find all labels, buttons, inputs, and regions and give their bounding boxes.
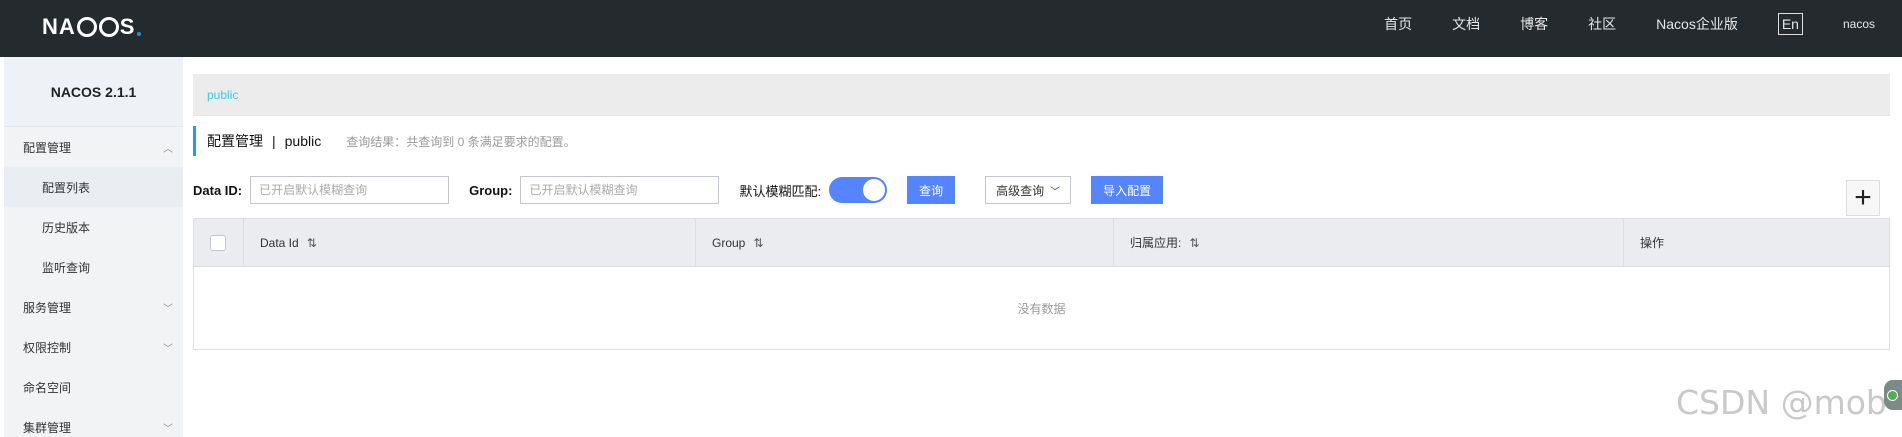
sidebar-item-label: 集群管理 — [23, 420, 72, 435]
sidebar-item-config-list[interactable]: 配置列表 — [4, 167, 183, 207]
sidebar-menu: 配置管理 ︿ 配置列表 历史版本 监听查询 服务管理 ﹀ 权限控制 ﹀ 命名空间… — [4, 127, 183, 437]
sidebar-item-label: 配置管理 — [23, 140, 72, 155]
sort-icon[interactable]: ⇅ — [307, 236, 317, 250]
sort-icon[interactable]: ⇅ — [753, 236, 763, 250]
csdn-watermark: CSDN @mob — [1676, 383, 1887, 422]
chevron-down-icon: ﹀ — [1050, 186, 1061, 198]
sidebar-item-cluster-management[interactable]: 集群管理 ﹀ — [4, 407, 183, 437]
advanced-query-label: 高级查询 — [996, 183, 1045, 198]
nav-enterprise[interactable]: Nacos企业版 — [1656, 14, 1738, 34]
logo-ring-icon — [98, 17, 119, 37]
query-button[interactable]: 查询 — [907, 176, 956, 204]
column-label: Data Id — [260, 235, 299, 250]
select-all-checkbox[interactable] — [210, 234, 226, 251]
sidebar-item-label: 命名空间 — [23, 380, 72, 395]
search-filters: Data ID: Group: 默认模糊匹配: 查询 高级查询 ﹀ 导入配置 — [193, 175, 1164, 205]
add-config-button[interactable]: + — [1846, 180, 1880, 216]
top-nav-menu: 首页 文档 博客 社区 Nacos企业版 En nacos — [1384, 0, 1902, 47]
sort-icon[interactable]: ⇅ — [1189, 236, 1199, 250]
sidebar-item-listener-query[interactable]: 监听查询 — [4, 247, 183, 287]
nav-docs[interactable]: 文档 — [1452, 14, 1480, 34]
config-table: Data Id ⇅ Group ⇅ 归属应用: ⇅ 操作 没有数据 — [193, 218, 1890, 350]
nacos-logo[interactable]: NA S — [42, 12, 142, 42]
empty-text: 没有数据 — [1017, 301, 1066, 316]
select-all-cell — [194, 219, 244, 266]
sidebar-item-access-control[interactable]: 权限控制 ﹀ — [4, 327, 183, 367]
chevron-up-icon: ︿ — [163, 143, 173, 155]
namespace-link-public[interactable]: public — [207, 88, 238, 102]
fuzzy-match-toggle[interactable] — [829, 177, 888, 203]
advanced-query-button[interactable]: 高级查询 ﹀ — [985, 176, 1072, 204]
chevron-down-icon: ﹀ — [163, 423, 173, 435]
nav-community[interactable]: 社区 — [1588, 14, 1616, 34]
column-label: 归属应用: — [1130, 236, 1182, 250]
column-app[interactable]: 归属应用: ⇅ — [1114, 219, 1624, 266]
floating-widget-icon[interactable] — [1884, 380, 1902, 410]
sidebar-item-config-management[interactable]: 配置管理 ︿ — [4, 127, 183, 167]
sidebar-item-label: 权限控制 — [23, 340, 72, 355]
page-title-row: 配置管理 | public 查询结果：共查询到 0 条满足要求的配置。 — [193, 126, 576, 156]
table-empty-state: 没有数据 — [194, 267, 1889, 349]
query-result-hint: 查询结果：共查询到 0 条满足要求的配置。 — [346, 134, 576, 149]
logo-dot-icon — [137, 32, 142, 36]
current-namespace: public — [284, 133, 322, 149]
column-label: 操作 — [1640, 236, 1665, 250]
group-label: Group: — [469, 182, 513, 198]
column-actions: 操作 — [1624, 219, 1889, 266]
fuzzy-match-label: 默认模糊匹配: — [739, 183, 822, 199]
logo-text-end: S — [119, 14, 136, 39]
sidebar-item-service-management[interactable]: 服务管理 ﹀ — [4, 287, 183, 327]
dataid-input[interactable] — [250, 176, 450, 204]
chevron-down-icon: ﹀ — [163, 343, 173, 355]
column-data-id[interactable]: Data Id ⇅ — [244, 219, 696, 266]
namespace-bar: public — [193, 74, 1890, 116]
sidebar-item-label: 监听查询 — [42, 260, 91, 275]
sidebar-title: NACOS 2.1.1 — [4, 57, 183, 127]
language-switch-button[interactable]: En — [1777, 12, 1803, 35]
logo-text-start: NA — [42, 14, 76, 39]
column-label: Group — [712, 235, 746, 250]
sidebar-item-label: 服务管理 — [23, 300, 72, 315]
import-config-button[interactable]: 导入配置 — [1091, 176, 1164, 204]
toggle-knob — [863, 179, 886, 201]
sidebar: NACOS 2.1.1 配置管理 ︿ 配置列表 历史版本 监听查询 服务管理 ﹀… — [4, 57, 183, 437]
logo-ring-icon — [76, 17, 97, 37]
nav-blog[interactable]: 博客 — [1520, 14, 1548, 34]
dataid-label: Data ID: — [193, 182, 243, 198]
sidebar-item-namespace[interactable]: 命名空间 — [4, 367, 183, 407]
sidebar-item-label: 配置列表 — [42, 180, 91, 195]
title-separator: | — [272, 133, 276, 149]
table-header: Data Id ⇅ Group ⇅ 归属应用: ⇅ 操作 — [194, 219, 1889, 267]
chevron-down-icon: ﹀ — [163, 303, 173, 315]
main-content: public — [193, 74, 1890, 116]
page-title: 配置管理 — [207, 133, 263, 149]
sidebar-item-history[interactable]: 历史版本 — [4, 207, 183, 247]
sidebar-item-label: 历史版本 — [42, 220, 91, 235]
column-group[interactable]: Group ⇅ — [696, 219, 1114, 266]
top-navbar: NA S 首页 文档 博客 社区 Nacos企业版 En nacos — [0, 0, 1902, 57]
group-input[interactable] — [520, 176, 720, 204]
nav-home[interactable]: 首页 — [1384, 14, 1412, 34]
user-name[interactable]: nacos — [1843, 17, 1875, 31]
